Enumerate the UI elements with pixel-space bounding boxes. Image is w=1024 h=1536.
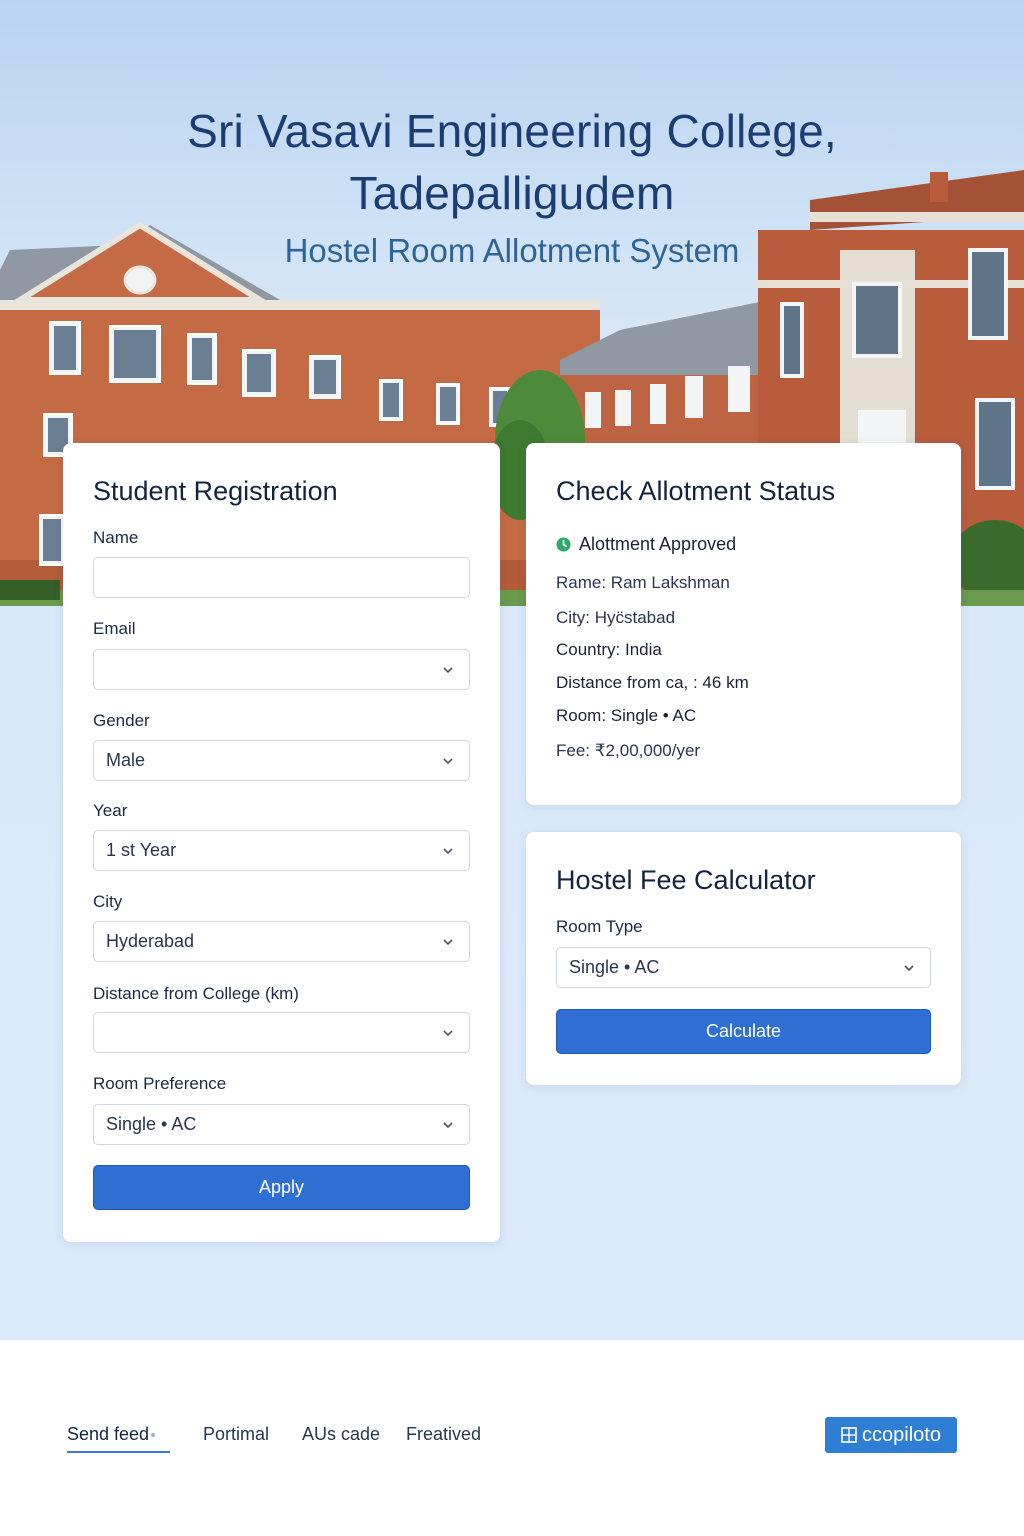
chevron-down-icon (443, 939, 453, 946)
allotment-status-card: Check Allotment Status Alottment Approve… (526, 443, 961, 805)
year-label: Year (93, 801, 128, 820)
gender-value: Male (106, 750, 146, 770)
title-line-1: Sri Vasavi Engineering College, (187, 105, 837, 157)
chevron-down-icon (443, 758, 453, 765)
name-input[interactable] (93, 557, 470, 598)
apply-button[interactable]: Apply (93, 1165, 470, 1210)
approval-status-text: Alottment Approved (579, 534, 737, 554)
check-circle-icon (556, 537, 571, 552)
name-label: Name (93, 528, 139, 547)
chevron-down-icon (443, 667, 453, 674)
chevron-down-icon (443, 1122, 453, 1129)
footer-link-aus-cade[interactable]: AUs cade (302, 1424, 380, 1445)
status-city: City: Hyc̈stabad (556, 608, 676, 627)
footer-link-send-feedback[interactable]: Send feed (67, 1424, 171, 1453)
room-preference-value: Single • AC (106, 1114, 197, 1134)
room-preference-label: Room Preference (93, 1074, 227, 1093)
city-select[interactable]: Hyderabad (93, 921, 470, 962)
chevron-down-icon (443, 1030, 453, 1037)
status-country: Country: India (556, 640, 662, 659)
email-label: Email (93, 619, 136, 638)
page-title: Sri Vasavi Engineering College, Tadepall… (0, 100, 1024, 224)
copilot-badge-label: ccopiloto (862, 1423, 941, 1446)
calculate-button[interactable]: Calculate (556, 1009, 931, 1054)
distance-select[interactable] (93, 1012, 470, 1053)
distance-label: Distance from College (km) (93, 984, 299, 1003)
status-heading: Check Allotment Status (556, 476, 836, 506)
footer-link-label: Send feed (67, 1424, 150, 1444)
footer-link-portimal[interactable]: Portimal (203, 1424, 269, 1445)
status-fee: Fee: ₹2,00,000/yer (556, 741, 701, 760)
registration-card: Student Registration Name Email Gender M… (63, 443, 500, 1242)
gender-label: Gender (93, 711, 150, 730)
copilot-badge[interactable]: ccopiloto (825, 1417, 957, 1453)
email-field[interactable] (93, 649, 470, 690)
year-value: 1 st Year (106, 840, 177, 860)
city-label: City (93, 892, 123, 911)
registration-heading: Student Registration (93, 476, 338, 506)
room-type-label: Room Type (556, 917, 643, 936)
status-room: Room: Single • AC (556, 706, 697, 725)
status-distance: Distance from ca, : 46 km (556, 673, 749, 692)
room-type-select[interactable]: Single • AC (556, 947, 931, 988)
page-subtitle: Hostel Room Allotment System (284, 232, 740, 269)
grid-icon (841, 1427, 857, 1443)
chevron-down-icon (443, 848, 453, 855)
room-preference-select[interactable]: Single • AC (93, 1104, 470, 1145)
room-type-value: Single • AC (569, 957, 660, 977)
city-value: Hyderabad (106, 931, 195, 951)
footer: Send feed Portimal AUs cade Freatived cc… (0, 1340, 1024, 1536)
fee-calculator-heading: Hostel Fee Calculator (556, 865, 816, 895)
dot-icon (151, 1433, 156, 1438)
fee-calculator-card: Hostel Fee Calculator Room Type Single •… (526, 832, 961, 1085)
footer-link-freatived[interactable]: Freatived (406, 1424, 481, 1445)
gender-select[interactable]: Male (93, 740, 470, 781)
status-name: Rame: Ram Lakshman (556, 573, 730, 592)
title-line-2: Tadepalligudem (349, 167, 675, 219)
chevron-down-icon (904, 965, 914, 972)
year-select[interactable]: 1 st Year (93, 830, 470, 871)
approval-status: Alottment Approved (556, 534, 736, 555)
